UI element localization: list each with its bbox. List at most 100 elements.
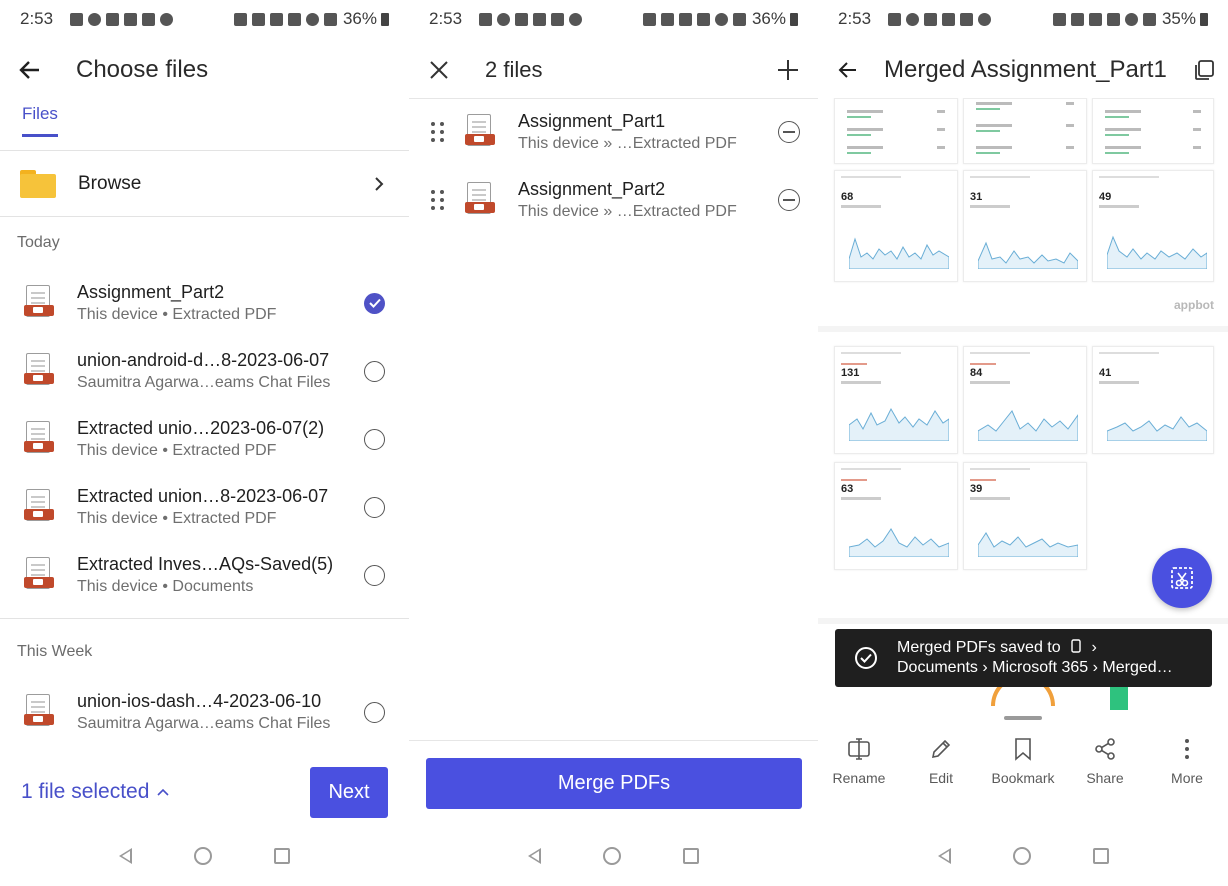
saved-toast[interactable]: Merged PDFs saved to › Documents › Micro… (835, 629, 1212, 687)
drag-handle-icon[interactable] (431, 190, 445, 210)
notification-icons (888, 12, 991, 26)
sparkline (849, 407, 949, 441)
file-row[interactable]: union-ios-dash…4-2023-06-10 Saumitra Agar… (0, 678, 409, 746)
file-row[interactable]: Extracted unio…2023-06-07(2) This device … (0, 405, 409, 473)
chevron-right-icon (375, 177, 384, 191)
bookmark-icon (1015, 738, 1031, 761)
file-checkbox[interactable] (364, 360, 385, 382)
file-row[interactable]: Extracted union…8-2023-06-07 This device … (0, 473, 409, 541)
file-row[interactable]: Extracted Inves…AQs-Saved(5) This device … (0, 541, 409, 609)
selection-summary[interactable]: 1 file selected (21, 780, 169, 804)
remove-file-icon[interactable] (778, 189, 800, 211)
action-bar: Rename Edit Bookmark Share More (818, 736, 1228, 796)
close-icon (430, 61, 448, 79)
selection-count: 1 file selected (21, 780, 150, 803)
more-button[interactable]: More (1146, 736, 1228, 796)
back-button[interactable] (828, 50, 868, 90)
sparkline (978, 410, 1078, 441)
file-name: Extracted Inves…AQs-Saved(5) (77, 554, 334, 574)
scan-crop-button[interactable] (1152, 548, 1212, 608)
drag-handle-icon[interactable] (431, 122, 445, 142)
crop-scissors-icon (1171, 567, 1193, 589)
battery-indicator: 36% (343, 9, 389, 29)
system-nav-bar (818, 836, 1228, 876)
file-checkbox[interactable] (364, 428, 385, 450)
pdf-page-view[interactable]: 68 31 49 appbot 131 84 41 63 39 (818, 98, 1228, 710)
file-location: This device » …Extracted PDF (518, 135, 737, 152)
merge-pdfs-button[interactable]: Merge PDFs (426, 758, 802, 809)
notification-icons (70, 12, 173, 26)
toast-path: Documents › Microsoft 365 › Merged… (897, 659, 1173, 676)
next-button[interactable]: Next (310, 767, 388, 818)
file-checkbox[interactable] (364, 564, 385, 586)
metric-value: 84 (970, 367, 983, 379)
nav-back-icon[interactable] (119, 848, 132, 864)
choose-files-screen: 2:53 36% Choose files Files Browse Today… (0, 0, 409, 886)
status-time: 2:53 (20, 9, 54, 28)
nav-recents-icon[interactable] (274, 848, 290, 864)
arrow-left-icon (838, 62, 856, 78)
metric-card: 49 (1092, 170, 1214, 282)
phone-icon (1071, 639, 1081, 653)
browse-label: Browse (78, 173, 142, 194)
pdf-file-icon (24, 694, 54, 730)
metric-card: 68 (834, 170, 958, 282)
pdf-file-icon (24, 285, 54, 321)
metric-card: 39 (963, 462, 1087, 570)
file-checkbox[interactable] (364, 496, 385, 518)
metric-card: 84 (963, 346, 1087, 454)
back-button[interactable] (10, 50, 50, 90)
bookmark-label: Bookmark (991, 770, 1055, 786)
file-row[interactable]: Assignment_Part2 This device • Extracted … (0, 269, 409, 337)
file-name: Assignment_Part2 (518, 179, 666, 199)
system-icons (642, 12, 746, 26)
nav-home-icon[interactable] (603, 847, 621, 865)
file-location: Saumitra Agarwa…eams Chat Files (77, 715, 331, 732)
bookmark-button[interactable]: Bookmark (982, 736, 1064, 796)
remove-file-icon[interactable] (778, 121, 800, 143)
nav-recents-icon[interactable] (683, 848, 699, 864)
file-row[interactable]: union-android-d…8-2023-06-07 Saumitra Aga… (0, 337, 409, 405)
add-file-button[interactable] (768, 50, 808, 90)
file-location: Saumitra Agarwa…eams Chat Files (77, 374, 331, 391)
merge-order-screen: 2:53 36% 2 files Assignment_Part1 This de… (409, 0, 818, 886)
pages-button[interactable] (1184, 50, 1224, 90)
file-name: Assignment_Part1 (518, 111, 666, 131)
edit-button[interactable]: Edit (900, 736, 982, 796)
metric-value: 49 (1099, 191, 1112, 203)
file-checkbox-checked[interactable] (364, 292, 385, 314)
status-bar: 2:53 35% (818, 0, 1228, 38)
file-location: This device • Extracted PDF (77, 442, 277, 459)
sparkline (978, 532, 1078, 557)
divider (0, 150, 409, 151)
metric-value: 63 (841, 483, 854, 495)
bottom-sheet-handle[interactable] (1004, 716, 1042, 720)
nav-back-icon[interactable] (528, 848, 541, 864)
metric-value: 39 (970, 483, 983, 495)
selection-bar: 1 file selected Next (0, 766, 409, 818)
divider (0, 618, 409, 619)
share-button[interactable]: Share (1064, 736, 1146, 796)
nav-home-icon[interactable] (194, 847, 212, 865)
sparkline (1107, 235, 1207, 269)
status-time: 2:53 (429, 9, 463, 28)
file-checkbox[interactable] (364, 701, 385, 723)
pdf-file-icon (24, 421, 54, 457)
tab-files[interactable]: Files (22, 104, 58, 137)
dashboard-table-card (1092, 98, 1214, 164)
file-name: union-android-d…8-2023-06-07 (77, 350, 330, 370)
plus-icon (778, 60, 798, 80)
nav-home-icon[interactable] (1012, 847, 1031, 865)
notification-icons (479, 12, 582, 26)
dashboard-table-card (834, 98, 958, 164)
nav-recents-icon[interactable] (1092, 848, 1109, 864)
sparkline (849, 237, 949, 269)
metric-card: 31 (963, 170, 1087, 282)
close-button[interactable] (419, 50, 459, 90)
battery-percent: 36% (342, 9, 377, 28)
dashboard-table-card (963, 98, 1087, 164)
nav-back-icon[interactable] (937, 848, 951, 864)
rename-button[interactable]: Rename (818, 736, 900, 796)
app-header: Choose files (0, 40, 409, 100)
browse-row[interactable]: Browse (0, 152, 409, 216)
